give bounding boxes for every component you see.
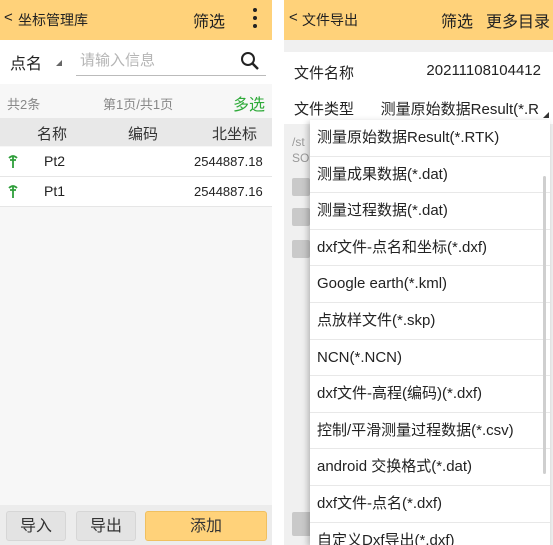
back-icon[interactable]: <	[289, 9, 298, 26]
dropdown-option[interactable]: 点放样文件(*.skp)	[310, 303, 550, 340]
file-type-row[interactable]: 文件类型 测量原始数据Result(*.R	[284, 88, 553, 124]
screen-divider	[272, 0, 284, 545]
dropdown-option[interactable]: NCN(*.NCN)	[310, 340, 550, 377]
up-directory-icon[interactable]	[292, 208, 310, 226]
dropdown-option[interactable]: dxf文件-高程(编码)(*.dxf)	[310, 376, 550, 413]
column-header-north: 北坐标	[212, 126, 258, 143]
bottom-button[interactable]	[292, 512, 312, 536]
list-info-row: 共2条 第1页/共1页 多选	[0, 88, 272, 116]
path-line: /st	[292, 135, 305, 149]
point-pin-icon	[8, 155, 18, 168]
import-button[interactable]: 导入	[6, 511, 66, 541]
directory-path: /st SO	[292, 134, 309, 166]
more-vert-icon[interactable]	[252, 6, 258, 32]
file-type-value[interactable]: 测量原始数据Result(*.R	[381, 98, 539, 119]
export-button[interactable]: 导出	[76, 511, 136, 541]
add-button[interactable]: 添加	[145, 511, 267, 541]
file-name-label: 文件名称	[294, 65, 355, 82]
dropdown-option[interactable]: 测量成果数据(*.dat)	[310, 157, 550, 194]
page-indicator: 第1页/共1页	[103, 97, 174, 112]
row-north: 2544887.16	[194, 184, 263, 199]
coordinate-library-screen: < 坐标管理库 筛选 点名 共2条 第1页/共1页 多选 名称 编码 北坐标 P…	[0, 0, 272, 545]
row-name: Pt1	[44, 183, 66, 199]
folder-icon[interactable]	[292, 240, 310, 258]
search-row: 点名	[0, 40, 272, 84]
record-count: 共2条	[7, 97, 41, 112]
bottom-bar: 导入 导出 添加	[0, 505, 272, 545]
dropdown-option[interactable]: 自定义Dxf导出(*.dxf)	[310, 523, 550, 545]
search-input[interactable]	[76, 46, 226, 74]
dropdown-option[interactable]: dxf文件-点名(*.dxf)	[310, 486, 550, 523]
table-row[interactable]: Pt1 2544887.16	[0, 177, 272, 207]
dropdown-option[interactable]: Google earth(*.kml)	[310, 266, 550, 303]
row-north: 2544887.18	[194, 154, 263, 169]
dropdown-triangle-icon	[543, 112, 549, 118]
path-line: SO	[292, 151, 310, 165]
filter-button[interactable]: 筛选	[441, 8, 473, 32]
dropdown-option[interactable]: dxf文件-点名和坐标(*.dxf)	[310, 230, 550, 267]
top-bar: < 坐标管理库 筛选	[0, 0, 272, 40]
more-directories-button[interactable]: 更多目录	[486, 8, 550, 32]
column-header-code: 编码	[128, 126, 159, 143]
dropdown-option[interactable]: android 交换格式(*.dat)	[310, 449, 550, 486]
search-box	[76, 46, 266, 76]
top-bar: < 文件导出 筛选 更多目录	[284, 0, 553, 40]
dropdown-option[interactable]: 测量过程数据(*.dat)	[310, 193, 550, 230]
page-title: 坐标管理库	[18, 12, 88, 28]
column-header-name: 名称	[37, 126, 68, 143]
table-header: 名称 编码 北坐标	[0, 118, 272, 146]
table-row[interactable]: Pt2 2544887.18	[0, 147, 272, 177]
point-pin-icon	[8, 185, 18, 198]
search-field-value: 点名	[10, 56, 43, 73]
filter-button[interactable]: 筛选	[193, 8, 225, 32]
search-icon[interactable]	[240, 51, 260, 71]
search-field-select[interactable]: 点名	[10, 50, 62, 74]
file-type-dropdown: 测量原始数据Result(*.RTK) 测量成果数据(*.dat) 测量过程数据(*…	[310, 120, 550, 545]
file-name-row[interactable]: 文件名称 20211108104412	[284, 52, 553, 88]
home-icon[interactable]	[292, 178, 310, 196]
dropdown-option[interactable]: 测量原始数据Result(*.RTK)	[310, 120, 550, 157]
dropdown-triangle-icon	[56, 60, 62, 66]
dropdown-option[interactable]: 控制/平滑测量过程数据(*.csv)	[310, 413, 550, 450]
file-name-value[interactable]: 20211108104412	[426, 62, 541, 79]
page-title: 文件导出	[302, 12, 358, 28]
file-type-label: 文件类型	[294, 101, 355, 118]
row-name: Pt2	[44, 153, 66, 169]
multi-select-button[interactable]: 多选	[233, 91, 265, 115]
back-icon[interactable]: <	[4, 9, 13, 26]
dropdown-scrollbar[interactable]	[543, 176, 546, 474]
